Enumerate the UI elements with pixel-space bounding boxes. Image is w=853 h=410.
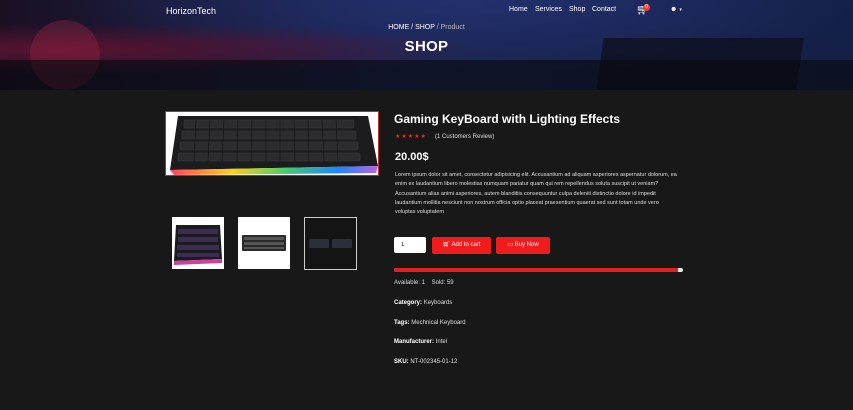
caret-down-icon: ▾: [679, 7, 682, 13]
nav-services[interactable]: Services: [535, 6, 562, 13]
add-to-cart-label: Add to cart: [451, 242, 481, 248]
keyboard-thumbnail-image: [174, 225, 222, 265]
product-thumbnail-1[interactable]: [172, 217, 224, 269]
stock-progress-bar: [394, 268, 683, 272]
category-label: Category:: [394, 300, 423, 306]
product-main-image[interactable]: [165, 111, 379, 176]
stock-progress-fill: [394, 268, 679, 272]
buy-now-label: Buy Now: [514, 242, 539, 248]
brand-logo-text[interactable]: HorizonTech: [166, 6, 216, 16]
keyboard-thumbnail-image: [242, 235, 286, 251]
breadcrumb-current: Product: [440, 24, 465, 31]
stock-info: Available: 1 Sold: 59: [394, 280, 454, 286]
sku-label: SKU:: [394, 359, 409, 365]
product-price: 20.00$: [395, 151, 429, 163]
product-thumbnail-2[interactable]: [238, 217, 290, 269]
breadcrumb: HOME / SHOP / Product: [0, 24, 853, 31]
keyboard-image: [170, 116, 378, 175]
add-to-cart-button[interactable]: 🛒︎ Add to cart: [432, 237, 491, 254]
meta-manufacturer: Manufacturer: Intel: [394, 339, 447, 345]
sold-value: 59: [446, 280, 454, 286]
hero-shade: [0, 60, 853, 90]
breadcrumb-shop[interactable]: SHOP: [415, 24, 435, 31]
buy-now-button[interactable]: ▭ Buy Now: [496, 237, 550, 254]
sold-label: Sold:: [431, 280, 446, 286]
quantity-input[interactable]: [394, 237, 426, 253]
user-icon: ☻: [670, 6, 678, 13]
keyboard-thumbnail-image: [309, 239, 352, 248]
meta-tags: Tags: Mechnical Keyboard: [394, 320, 466, 326]
user-menu[interactable]: ☻ ▾: [670, 6, 682, 13]
tags-label: Tags:: [394, 320, 410, 326]
credit-card-icon: ▭: [507, 242, 513, 248]
tags-value[interactable]: Mechnical Keyboard: [411, 320, 465, 326]
available-label: Available:: [394, 280, 420, 286]
manufacturer-label: Manufacturer:: [394, 339, 435, 345]
category-value[interactable]: Keyboards: [424, 300, 453, 306]
nav-contact[interactable]: Contact: [592, 6, 616, 13]
cart-badge: 0: [643, 4, 650, 11]
manufacturer-value: Intel: [435, 339, 448, 345]
breadcrumb-home[interactable]: HOME: [388, 24, 409, 31]
rating-stars: ★★★★★: [395, 134, 427, 140]
meta-category: Category: Keyboards: [394, 300, 452, 306]
product-thumbnail-3[interactable]: [304, 217, 357, 270]
nav-shop[interactable]: Shop: [569, 6, 585, 13]
page-title: SHOP: [404, 38, 449, 55]
review-count[interactable]: (1 Customers Review): [435, 134, 494, 140]
cart-icon: 🛒︎: [442, 242, 451, 248]
nav-home[interactable]: Home: [509, 6, 528, 13]
sku-value: NT-002345-01-12: [410, 359, 458, 365]
meta-sku: SKU: NT-002345-01-12: [394, 359, 457, 365]
product-title: Gaming KeyBoard with Lighting Effects: [394, 112, 621, 126]
available-value: 1: [421, 280, 425, 286]
product-description: Lorem ipsum dolor sit amet, consectetur …: [395, 172, 677, 216]
